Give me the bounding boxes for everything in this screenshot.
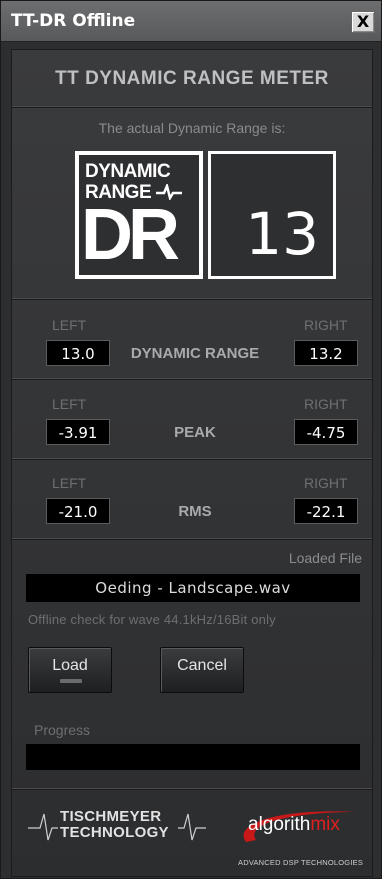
load-indicator-led [60,679,82,683]
offline-note: Offline check for wave 44.1kHz/16Bit onl… [28,612,276,627]
divider [12,106,372,108]
dr-left-label: LEFT [52,317,87,333]
rms-row-label: RMS [178,503,212,520]
rms-left-label: LEFT [52,475,87,491]
peak-right-label: RIGHT [304,396,348,412]
close-button[interactable]: X [351,11,375,33]
cancel-button-label: Cancel [177,657,227,674]
dynamic-range-logo: DYNAMIC RANGE DR [75,151,203,279]
divider [12,538,372,540]
peak-right-value: -4.75 [294,419,358,445]
dr-left-value: 13.0 [46,340,110,366]
dr-right-label: RIGHT [304,317,348,333]
title-bar[interactable]: TT-DR Offline X [1,1,381,42]
tischmeyer-line-2: TECHNOLOGY [60,824,169,841]
peak-left-label: LEFT [52,396,87,412]
load-button-label: Load [52,657,88,674]
app-window: TT-DR Offline X TT DYNAMIC RANGE METER T… [0,0,382,879]
progress-label: Progress [34,722,91,738]
loaded-file-label: Loaded File [288,550,362,566]
rms-right-value: -22.1 [294,498,358,524]
app-title: TT DYNAMIC RANGE METER [55,68,329,89]
cancel-button[interactable]: Cancel [160,647,244,693]
dr-right-value: 13.2 [294,340,358,366]
algorithmix-logo: algorithmix [238,808,360,846]
rms-left-value: -21.0 [46,498,110,524]
window-title: TT-DR Offline [11,11,136,31]
peak-row-label: PEAK [174,424,216,441]
loaded-file-display: Oeding - Landscape.wav [26,574,360,602]
tischmeyer-line-1: TISCHMEYER [60,808,162,825]
dr-caption: The actual Dynamic Range is: [98,120,286,136]
divider [12,298,372,300]
logo-line-1: DYNAMIC [85,161,171,182]
dr-value-display: 13 [208,151,336,279]
algorithmix-text: algorithmix [248,814,340,835]
meter-panel: TT DYNAMIC RANGE METER The actual Dynami… [11,49,373,877]
dr-row-label: DYNAMIC RANGE [130,345,260,362]
divider [12,458,372,460]
logo-dr: DR [81,195,180,275]
rms-right-label: RIGHT [304,475,348,491]
divider [12,788,372,790]
algorithmix-tagline: ADVANCED DSP TECHNOLOGIES [238,858,364,867]
divider [12,378,372,380]
load-button[interactable]: Load [28,647,112,693]
dr-value: 13 [245,200,319,268]
progress-bar [26,744,360,770]
peak-left-value: -3.91 [46,419,110,445]
